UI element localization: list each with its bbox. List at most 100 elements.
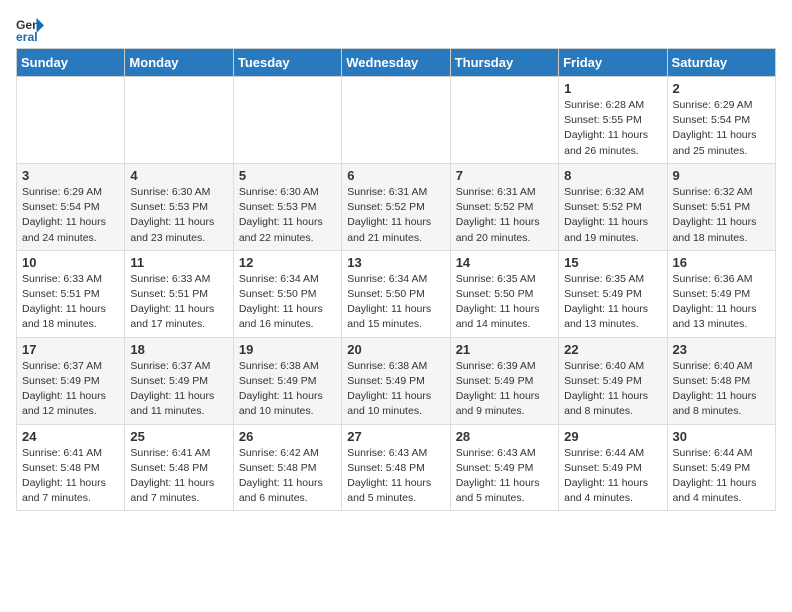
day-number: 27 [347, 429, 444, 444]
calendar-week-row: 17 Sunrise: 6:37 AM Sunset: 5:49 PM Dayli… [17, 337, 776, 424]
day-number: 2 [673, 81, 770, 96]
calendar-cell: 23 Sunrise: 6:40 AM Sunset: 5:48 PM Dayli… [667, 337, 775, 424]
day-number: 21 [456, 342, 553, 357]
calendar-cell: 26 Sunrise: 6:42 AM Sunset: 5:48 PM Dayli… [233, 424, 341, 511]
day-info: Sunrise: 6:34 AM Sunset: 5:50 PM Dayligh… [239, 272, 336, 333]
day-info: Sunrise: 6:36 AM Sunset: 5:49 PM Dayligh… [673, 272, 770, 333]
day-number: 29 [564, 429, 661, 444]
day-number: 13 [347, 255, 444, 270]
calendar-cell [233, 77, 341, 164]
calendar-cell [342, 77, 450, 164]
day-info: Sunrise: 6:43 AM Sunset: 5:49 PM Dayligh… [456, 446, 553, 507]
calendar-cell: 16 Sunrise: 6:36 AM Sunset: 5:49 PM Dayli… [667, 250, 775, 337]
day-info: Sunrise: 6:38 AM Sunset: 5:49 PM Dayligh… [239, 359, 336, 420]
day-number: 28 [456, 429, 553, 444]
calendar-cell: 24Sunrise: 6:41 AM Sunset: 5:48 PM Dayli… [17, 424, 125, 511]
day-header-saturday: Saturday [667, 49, 775, 77]
calendar-cell: 11 Sunrise: 6:33 AM Sunset: 5:51 PM Dayli… [125, 250, 233, 337]
calendar-cell [125, 77, 233, 164]
calendar-cell: 14 Sunrise: 6:35 AM Sunset: 5:50 PM Dayli… [450, 250, 558, 337]
day-info: Sunrise: 6:37 AM Sunset: 5:49 PM Dayligh… [130, 359, 227, 420]
calendar-cell: 18 Sunrise: 6:37 AM Sunset: 5:49 PM Dayli… [125, 337, 233, 424]
calendar-cell: 22 Sunrise: 6:40 AM Sunset: 5:49 PM Dayli… [559, 337, 667, 424]
day-number: 3 [22, 168, 119, 183]
svg-text:eral: eral [16, 30, 38, 44]
day-header-tuesday: Tuesday [233, 49, 341, 77]
day-info: Sunrise: 6:37 AM Sunset: 5:49 PM Dayligh… [22, 359, 119, 420]
day-number: 25 [130, 429, 227, 444]
calendar-cell: 8Sunrise: 6:32 AM Sunset: 5:52 PM Daylig… [559, 163, 667, 250]
calendar-cell: 2Sunrise: 6:29 AM Sunset: 5:54 PM Daylig… [667, 77, 775, 164]
calendar-cell: 10Sunrise: 6:33 AM Sunset: 5:51 PM Dayli… [17, 250, 125, 337]
calendar-cell: 4 Sunrise: 6:30 AM Sunset: 5:53 PM Daylig… [125, 163, 233, 250]
day-info: Sunrise: 6:35 AM Sunset: 5:49 PM Dayligh… [564, 272, 661, 333]
day-info: Sunrise: 6:41 AM Sunset: 5:48 PM Dayligh… [22, 446, 119, 507]
day-info: Sunrise: 6:42 AM Sunset: 5:48 PM Dayligh… [239, 446, 336, 507]
day-number: 15 [564, 255, 661, 270]
day-header-thursday: Thursday [450, 49, 558, 77]
day-info: Sunrise: 6:40 AM Sunset: 5:49 PM Dayligh… [564, 359, 661, 420]
day-info: Sunrise: 6:34 AM Sunset: 5:50 PM Dayligh… [347, 272, 444, 333]
day-info: Sunrise: 6:29 AM Sunset: 5:54 PM Dayligh… [22, 185, 119, 246]
calendar-cell: 17 Sunrise: 6:37 AM Sunset: 5:49 PM Dayli… [17, 337, 125, 424]
day-number: 14 [456, 255, 553, 270]
calendar-cell: 1 Sunrise: 6:28 AM Sunset: 5:55 PM Daylig… [559, 77, 667, 164]
day-header-friday: Friday [559, 49, 667, 77]
calendar-cell: 9Sunrise: 6:32 AM Sunset: 5:51 PM Daylig… [667, 163, 775, 250]
calendar-week-row: 1 Sunrise: 6:28 AM Sunset: 5:55 PM Daylig… [17, 77, 776, 164]
calendar-cell [17, 77, 125, 164]
day-info: Sunrise: 6:30 AM Sunset: 5:53 PM Dayligh… [130, 185, 227, 246]
day-number: 11 [130, 255, 227, 270]
day-info: Sunrise: 6:33 AM Sunset: 5:51 PM Dayligh… [130, 272, 227, 333]
day-number: 6 [347, 168, 444, 183]
day-number: 22 [564, 342, 661, 357]
day-number: 1 [564, 81, 661, 96]
calendar-cell: 25 Sunrise: 6:41 AM Sunset: 5:48 PM Dayli… [125, 424, 233, 511]
day-info: Sunrise: 6:35 AM Sunset: 5:50 PM Dayligh… [456, 272, 553, 333]
calendar-cell: 20Sunrise: 6:38 AM Sunset: 5:49 PM Dayli… [342, 337, 450, 424]
calendar-cell: 21 Sunrise: 6:39 AM Sunset: 5:49 PM Dayli… [450, 337, 558, 424]
calendar-header-row: SundayMondayTuesdayWednesdayThursdayFrid… [17, 49, 776, 77]
calendar-week-row: 24Sunrise: 6:41 AM Sunset: 5:48 PM Dayli… [17, 424, 776, 511]
day-info: Sunrise: 6:32 AM Sunset: 5:51 PM Dayligh… [673, 185, 770, 246]
calendar-cell: 3 Sunrise: 6:29 AM Sunset: 5:54 PM Daylig… [17, 163, 125, 250]
day-info: Sunrise: 6:39 AM Sunset: 5:49 PM Dayligh… [456, 359, 553, 420]
calendar-cell: 15 Sunrise: 6:35 AM Sunset: 5:49 PM Dayli… [559, 250, 667, 337]
day-info: Sunrise: 6:31 AM Sunset: 5:52 PM Dayligh… [456, 185, 553, 246]
day-info: Sunrise: 6:30 AM Sunset: 5:53 PM Dayligh… [239, 185, 336, 246]
day-number: 12 [239, 255, 336, 270]
calendar-cell: 5 Sunrise: 6:30 AM Sunset: 5:53 PM Daylig… [233, 163, 341, 250]
day-number: 23 [673, 342, 770, 357]
day-number: 19 [239, 342, 336, 357]
day-number: 4 [130, 168, 227, 183]
day-info: Sunrise: 6:44 AM Sunset: 5:49 PM Dayligh… [564, 446, 661, 507]
day-number: 7 [456, 168, 553, 183]
calendar-cell: 28 Sunrise: 6:43 AM Sunset: 5:49 PM Dayli… [450, 424, 558, 511]
calendar-week-row: 3 Sunrise: 6:29 AM Sunset: 5:54 PM Daylig… [17, 163, 776, 250]
calendar-table: SundayMondayTuesdayWednesdayThursdayFrid… [16, 48, 776, 511]
logo-icon: Gen eral [16, 16, 44, 44]
day-info: Sunrise: 6:31 AM Sunset: 5:52 PM Dayligh… [347, 185, 444, 246]
day-number: 17 [22, 342, 119, 357]
day-info: Sunrise: 6:32 AM Sunset: 5:52 PM Dayligh… [564, 185, 661, 246]
day-info: Sunrise: 6:40 AM Sunset: 5:48 PM Dayligh… [673, 359, 770, 420]
day-info: Sunrise: 6:41 AM Sunset: 5:48 PM Dayligh… [130, 446, 227, 507]
calendar-cell: 7 Sunrise: 6:31 AM Sunset: 5:52 PM Daylig… [450, 163, 558, 250]
logo: Gen eral [16, 16, 48, 44]
day-info: Sunrise: 6:28 AM Sunset: 5:55 PM Dayligh… [564, 98, 661, 159]
day-header-wednesday: Wednesday [342, 49, 450, 77]
day-number: 5 [239, 168, 336, 183]
day-info: Sunrise: 6:44 AM Sunset: 5:49 PM Dayligh… [673, 446, 770, 507]
calendar-cell: 29 Sunrise: 6:44 AM Sunset: 5:49 PM Dayli… [559, 424, 667, 511]
day-info: Sunrise: 6:43 AM Sunset: 5:48 PM Dayligh… [347, 446, 444, 507]
calendar-cell: 19 Sunrise: 6:38 AM Sunset: 5:49 PM Dayli… [233, 337, 341, 424]
calendar-cell: 30Sunrise: 6:44 AM Sunset: 5:49 PM Dayli… [667, 424, 775, 511]
day-number: 16 [673, 255, 770, 270]
calendar-cell: 13 Sunrise: 6:34 AM Sunset: 5:50 PM Dayli… [342, 250, 450, 337]
day-number: 18 [130, 342, 227, 357]
day-info: Sunrise: 6:33 AM Sunset: 5:51 PM Dayligh… [22, 272, 119, 333]
day-number: 20 [347, 342, 444, 357]
day-header-sunday: Sunday [17, 49, 125, 77]
calendar-cell: 12 Sunrise: 6:34 AM Sunset: 5:50 PM Dayli… [233, 250, 341, 337]
day-number: 26 [239, 429, 336, 444]
